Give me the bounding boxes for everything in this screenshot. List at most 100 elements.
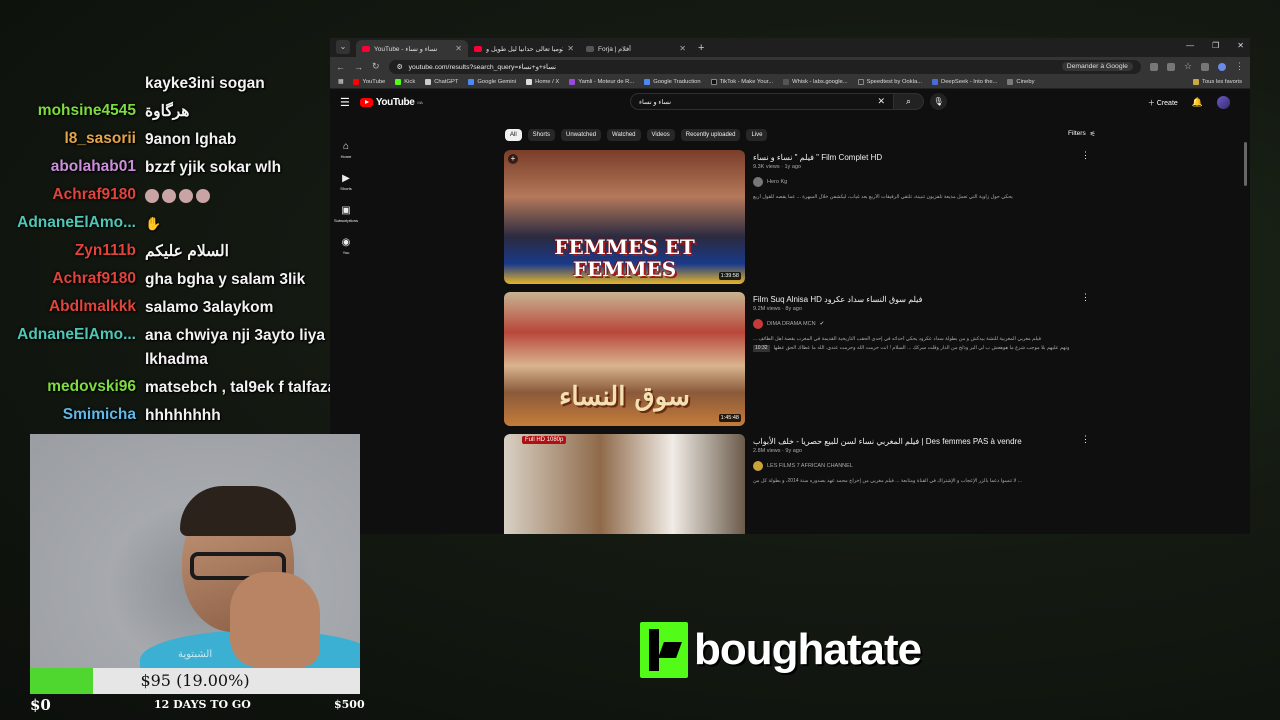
video-result[interactable]: + FEMMES ET FEMMES 1:39:58 فيلم " نساء و… <box>504 150 1104 292</box>
video-stats: 2.8M views · 9y ago <box>753 448 802 454</box>
logo-text: YouTube <box>375 96 415 108</box>
bookmark-item[interactable]: Home / X <box>526 79 559 85</box>
address-bar: ← → ↻ ⚙ youtube.com/results?search_query… <box>330 57 1250 76</box>
bookmark-item[interactable]: Yamli - Moteur de R... <box>569 79 634 85</box>
video-meta: Film Suq Alnisa HD فيلم سوق النساء سداد … <box>745 292 1104 434</box>
video-result[interactable]: Full HD 1080p 2018 فيلم المغربي نساء لسن… <box>504 434 1104 534</box>
channel-link[interactable]: DIMA DRAMA MCN ✔ <box>753 319 1104 329</box>
account-avatar[interactable] <box>1217 96 1230 109</box>
chat-message: AdnaneElAmo... ✋ <box>0 212 345 236</box>
filters-button[interactable]: Filters ⚟ <box>1068 130 1096 138</box>
create-button[interactable]: ＋ Create <box>1148 98 1178 108</box>
extension-icon[interactable] <box>1149 62 1158 71</box>
add-to-queue-icon[interactable]: + <box>508 154 518 164</box>
extension-icon[interactable] <box>1201 62 1209 71</box>
more-actions-icon[interactable]: ⋮ <box>1081 150 1090 161</box>
video-description-line2: 10:32 ونهم عليهم بلا موجب شرع ما هوهعش ب … <box>753 345 1104 352</box>
bookmark-item[interactable]: YouTube <box>353 79 385 85</box>
chip-unwatched[interactable]: Unwatched <box>561 129 602 141</box>
tab-title: الكوميا تعالى حدانيا ليل طويل و ... <box>486 45 563 53</box>
search-button[interactable]: ⌕ <box>894 93 924 110</box>
verified-icon: ✔ <box>819 321 825 327</box>
clear-search-icon[interactable]: ✕ <box>877 96 885 107</box>
tab-search-icon[interactable]: ⌄ <box>336 40 350 54</box>
bookmark-item[interactable]: Whisk - labs.google... <box>783 79 848 85</box>
url-input[interactable]: ⚙ youtube.com/results?search_query=نساء+… <box>388 59 1141 74</box>
video-result[interactable]: سوق النساء 1:45:48 Film Suq Alnisa HD في… <box>504 292 1104 434</box>
video-thumbnail[interactable]: Full HD 1080p 2018 <box>504 434 745 534</box>
emote-icon <box>162 188 176 203</box>
voice-search-button[interactable]: 🎙 <box>930 93 947 110</box>
youtube-play-icon <box>359 97 373 107</box>
sidebar-item-shorts[interactable]: ▶ Shorts <box>330 173 362 191</box>
chat-username: mohsine4545 <box>37 102 136 119</box>
tab-youtube[interactable]: YouTube - نساء و نساء ✕ <box>356 40 468 57</box>
bookmark-item[interactable]: DeepSeek - Into the... <box>932 79 997 85</box>
chip-videos[interactable]: Videos <box>646 129 675 141</box>
video-meta: فيلم المغربي نساء لسن للبيع حصريا - خلف … <box>745 434 1104 534</box>
region-code: MA <box>417 99 423 105</box>
notifications-bell-icon[interactable]: 🔔 <box>1192 97 1203 108</box>
chat-text: gha bgha y salam 3lik <box>145 271 306 288</box>
search-input[interactable]: نساء و نساء ✕ <box>630 93 894 110</box>
channel-avatar[interactable] <box>753 461 763 471</box>
more-actions-icon[interactable]: ⋮ <box>1081 292 1090 303</box>
sidebar-item-subscriptions[interactable]: ▣ Subscriptions <box>330 205 362 223</box>
video-meta: فيلم " نساء و نساء " Film Complet HD 9.3… <box>745 150 1104 292</box>
bookmark-item[interactable]: Google Traduction <box>644 79 701 85</box>
forward-icon[interactable]: → <box>354 62 363 72</box>
page-scrollbar[interactable] <box>1244 142 1247 186</box>
apps-icon[interactable]: ▦ <box>338 79 343 85</box>
webcam-feed: الشبتوية <box>30 434 360 668</box>
close-tab-icon[interactable]: ✕ <box>455 44 462 53</box>
bookmark-star-icon[interactable]: ☆ <box>1184 61 1192 72</box>
tab-youtube-2[interactable]: الكوميا تعالى حدانيا ليل طويل و ... ✕ <box>468 40 580 57</box>
window-controls: — ❐ ✕ <box>1186 41 1244 50</box>
profile-icon[interactable] <box>1218 62 1226 71</box>
chip-watched[interactable]: Watched <box>607 129 641 141</box>
site-info-icon[interactable]: ⚙ <box>397 63 403 71</box>
channel-link[interactable]: LES FILMS 7 AFRICAN CHANNEL <box>753 461 1104 471</box>
chip-recently-uploaded[interactable]: Recently uploaded <box>680 129 741 141</box>
chip-all[interactable]: All <box>505 129 522 141</box>
bookmark-item[interactable]: Speedtest by Ookla... <box>857 79 922 85</box>
chat-message: medovski96 matsebch , tal9ek f talfaza <box>0 376 345 400</box>
close-tab-icon[interactable]: ✕ <box>679 44 686 53</box>
ask-google-button[interactable]: Demander à Google <box>1061 62 1133 71</box>
bookmark-item[interactable]: ChatGPT <box>425 79 458 85</box>
video-title[interactable]: فيلم " نساء و نساء " Film Complet HD <box>753 152 1104 163</box>
new-tab-icon[interactable]: + <box>698 42 704 54</box>
menu-dots-icon[interactable]: ⋮ <box>1235 61 1244 72</box>
video-description: ... لا تنسوا دعما بالزر الإعجاب و الإشتر… <box>753 478 1022 484</box>
chip-live[interactable]: Live <box>746 129 768 141</box>
chat-text: هرگاوة <box>145 103 190 120</box>
close-tab-icon[interactable]: ✕ <box>567 44 574 53</box>
filter-chips: All Shorts Unwatched Watched Videos Rece… <box>505 129 768 141</box>
sidebar-item-you[interactable]: ◉ You <box>330 237 362 255</box>
sidebar-item-home[interactable]: ⌂ Home <box>330 141 362 159</box>
close-window-icon[interactable]: ✕ <box>1237 41 1244 50</box>
hamburger-menu-icon[interactable]: ☰ <box>340 96 350 109</box>
maximize-icon[interactable]: ❐ <box>1212 41 1219 50</box>
chapter-timestamp[interactable]: 10:32 <box>753 345 770 352</box>
bookmark-item[interactable]: Kick <box>395 79 415 85</box>
extension-icon[interactable] <box>1166 62 1175 71</box>
bookmark-item[interactable]: Cineby <box>1007 79 1034 85</box>
tab-forja[interactable]: Forja | أفلام ✕ <box>580 40 692 57</box>
back-icon[interactable]: ← <box>336 62 345 72</box>
all-bookmarks-folder[interactable]: Tous les favoris <box>1193 79 1242 85</box>
more-actions-icon[interactable]: ⋮ <box>1081 434 1090 445</box>
youtube-logo[interactable]: YouTube MA <box>359 96 423 108</box>
video-thumbnail[interactable]: سوق النساء 1:45:48 <box>504 292 745 426</box>
chip-shorts[interactable]: Shorts <box>527 129 556 141</box>
channel-link[interactable]: Hero Kg <box>753 177 1104 187</box>
channel-avatar[interactable] <box>753 177 763 187</box>
video-title[interactable]: Film Suq Alnisa HD فيلم سوق النساء سداد … <box>753 294 1104 305</box>
reload-icon[interactable]: ↻ <box>372 61 380 72</box>
bookmark-item[interactable]: Google Gemini <box>468 79 516 85</box>
video-thumbnail[interactable]: + FEMMES ET FEMMES 1:39:58 <box>504 150 745 284</box>
channel-avatar[interactable] <box>753 319 763 329</box>
video-title[interactable]: فيلم المغربي نساء لسن للبيع حصريا - خلف … <box>753 436 1104 447</box>
minimize-icon[interactable]: — <box>1186 41 1194 50</box>
bookmark-item[interactable]: TikTok - Make Your... <box>710 79 773 85</box>
